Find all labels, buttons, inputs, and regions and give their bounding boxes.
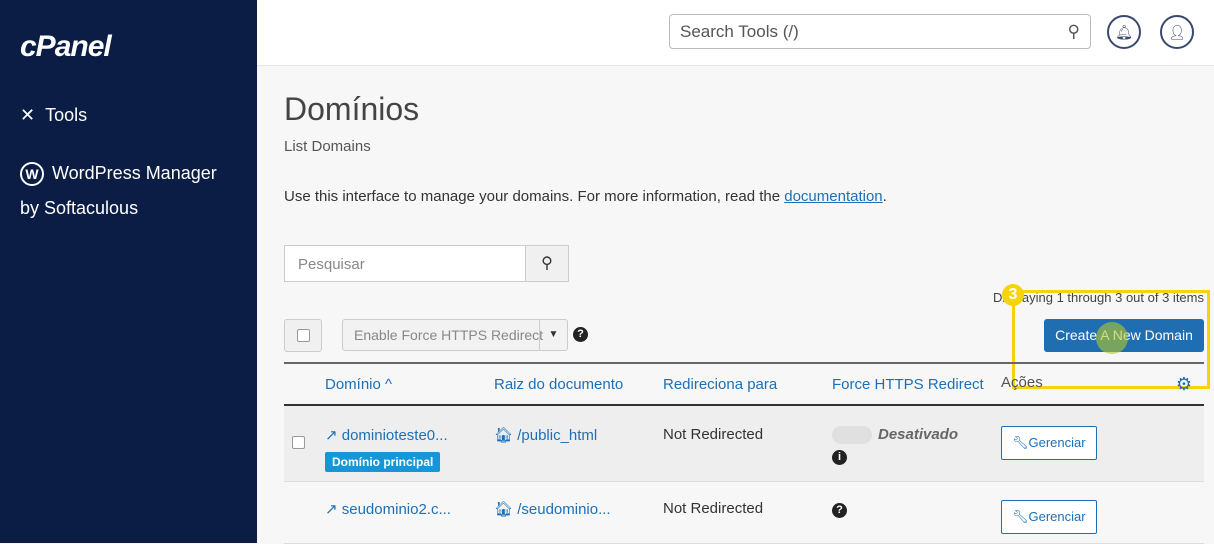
description-text: Use this interface to manage your domain… [284,188,785,205]
documentation-link[interactable]: documentation [784,188,882,205]
page-title: Domínios [284,91,420,127]
primary-domain-badge: Domínio principal [325,452,441,472]
search-placeholder: Search Tools (/) [680,22,799,41]
top-header: Search Tools (/) ⚲ 🔔︎ 👤︎ [257,0,1214,66]
info-icon[interactable]: i [832,450,847,466]
search-icon: ⚲ [1067,22,1080,41]
table-row: ↗ seudominio2.c... 🏠︎ /seudominio... Not… [284,481,1204,543]
bulk-action-label: Enable Force HTTPS Redirect [354,327,544,343]
help-icon[interactable]: ? [832,502,847,518]
bulk-action-button[interactable]: Enable Force HTTPS Redirect ▼ [342,319,568,351]
wrench-icon: 🔧︎ [1012,435,1029,450]
sidebar-item-label: WordPress Manager [52,163,217,183]
sidebar-item-label: Tools [45,105,88,125]
docroot-text: /public_html [517,427,598,444]
sidebar-item-label: by Softaculous [20,198,139,218]
redirect-value: Not Redirected [663,499,764,517]
docroot-link[interactable]: 🏠︎ /seudominio... [494,501,611,518]
page-subtitle: List Domains [284,138,371,155]
table-row: ↗ dominioteste0... Domínio principal 🏠︎ /… [284,405,1204,481]
manage-button[interactable]: 🔧︎Gerenciar [1001,426,1097,460]
step-badge: 3 [1002,284,1024,306]
search-tools-input[interactable]: Search Tools (/) ⚲ [669,14,1091,49]
sidebar: cPanel ✕ Tools W WordPress Manager by Sof… [0,0,257,543]
hand-cursor-icon [1096,322,1128,354]
user-icon[interactable]: 👤︎ [1160,15,1194,49]
col-label: Domínio [325,375,381,393]
description-end: . [882,188,887,205]
redirect-value: Not Redirected [663,426,764,443]
select-all-checkbox-wrapper[interactable] [284,319,322,352]
select-all-checkbox[interactable] [297,329,310,342]
search-placeholder: Pesquisar [298,256,365,273]
col-docroot[interactable]: Raiz do documento [494,363,663,405]
external-link-icon: ↗ [325,427,338,444]
header-checkbox-col [284,363,325,405]
page-description: Use this interface to manage your domain… [284,188,887,205]
domain-link[interactable]: ↗ dominioteste0... [325,427,448,444]
docroot-link[interactable]: 🏠︎ /public_html [494,427,597,444]
search-button[interactable]: ⚲ [525,245,569,282]
domain-link[interactable]: ↗ seudominio2.c... [325,501,451,518]
sort-up-icon: ^ [385,375,393,393]
col-redirect[interactable]: Redireciona para [663,363,832,405]
wrench-icon: 🔧︎ [1012,508,1029,524]
gear-icon[interactable]: ⚙ [1176,374,1192,395]
row-checkbox[interactable] [292,436,305,449]
help-icon[interactable]: ? [573,327,588,342]
domains-table: Domínio ^ Raiz do documento Redireciona … [284,362,1204,544]
col-https[interactable]: Force HTTPS Redirect [832,363,1001,405]
col-actions: Ações ⚙ [1001,363,1204,405]
domain-text: seudominio2.c... [341,500,451,518]
manage-button[interactable]: 🔧︎Gerenciar [1001,499,1097,534]
caret-down-icon[interactable]: ▼ [539,320,567,350]
sidebar-item-wordpress[interactable]: W WordPress Manager by Softaculous [20,156,217,226]
external-link-icon: ↗ [325,500,338,518]
sidebar-item-tools[interactable]: ✕ Tools [20,105,87,126]
https-status: Desativado [878,426,959,443]
home-icon: 🏠︎ [494,500,514,518]
docroot-text: /seudominio... [517,500,611,518]
home-icon: 🏠︎ [494,427,514,444]
manage-label: Gerenciar [1028,435,1086,450]
domain-text: dominioteste0... [341,427,448,444]
search-icon: ⚲ [541,255,553,272]
cpanel-logo[interactable]: cPanel [20,30,112,64]
https-toggle[interactable] [832,426,872,445]
tools-icon: ✕ [20,105,36,125]
notifications-bell-icon[interactable]: 🔔︎ [1107,15,1141,49]
col-label: Ações [1001,373,1043,391]
wordpress-icon: W [20,162,44,186]
manage-label: Gerenciar [1028,508,1086,524]
col-domain[interactable]: Domínio ^ [325,363,494,405]
